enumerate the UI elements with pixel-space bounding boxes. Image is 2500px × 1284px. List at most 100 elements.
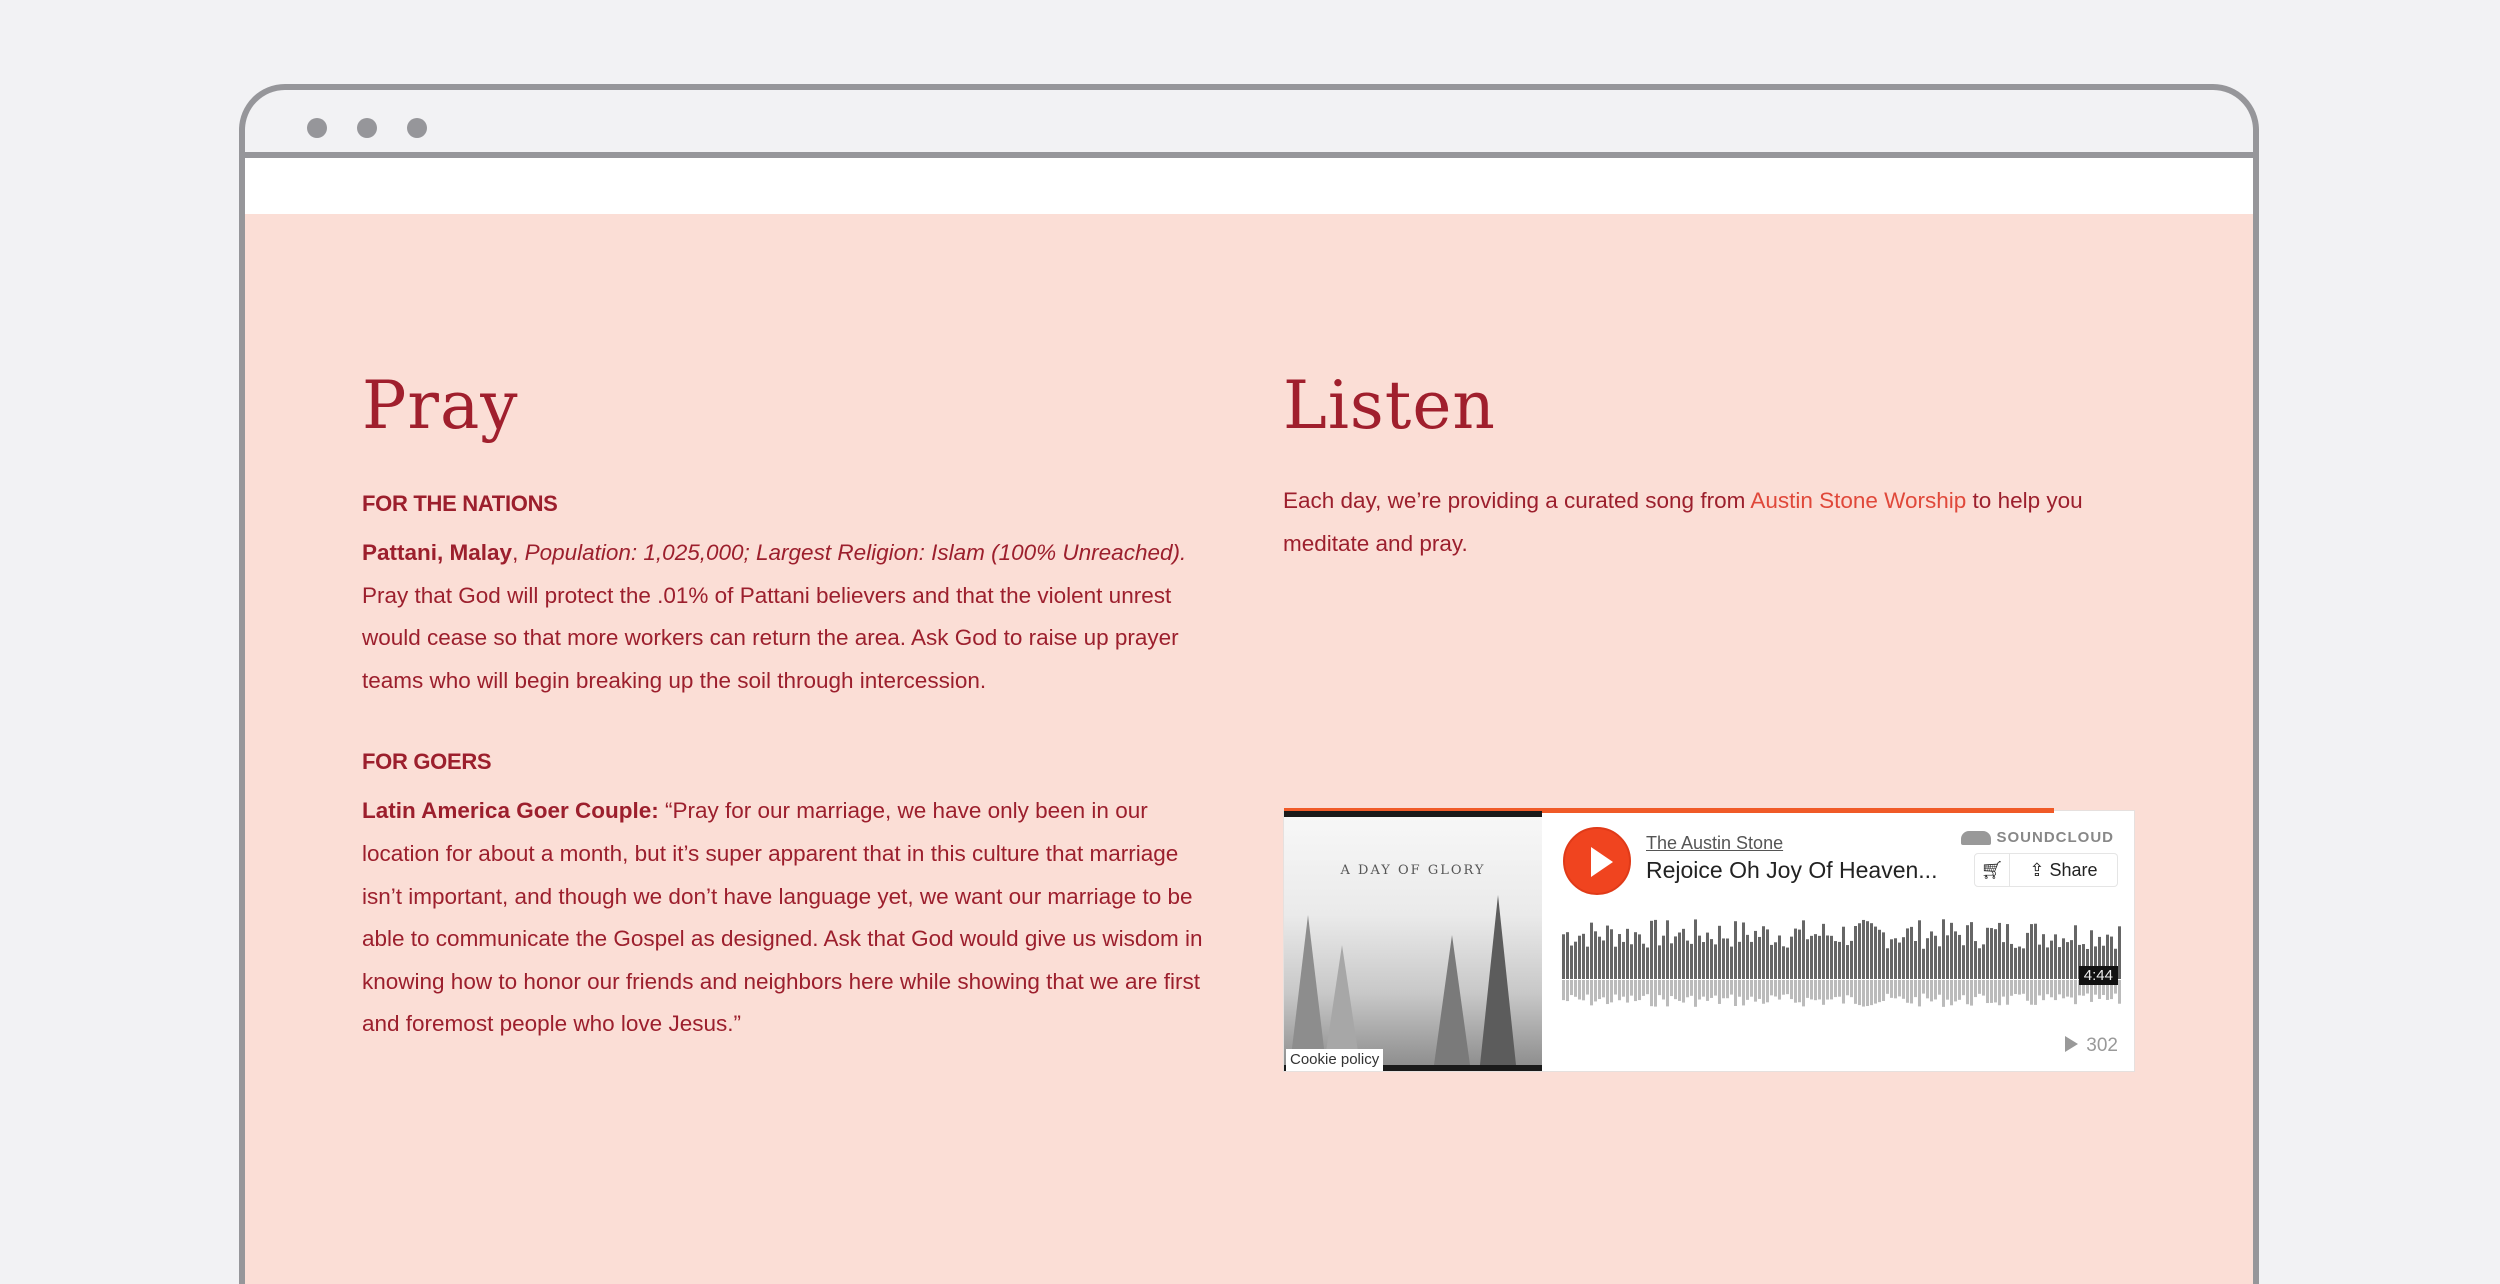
window-minimize-dot[interactable]: [357, 118, 377, 138]
waveform-reflection: [1574, 980, 1577, 997]
waveform-reflection: [1618, 980, 1621, 1001]
waveform-bar: [1566, 932, 1569, 979]
waveform-bar: [1810, 935, 1813, 979]
soundcloud-logo[interactable]: SOUNDCLOUD: [1960, 829, 2115, 846]
pray-section: Pray FOR THE NATIONS Pattani, Malay, Pop…: [362, 364, 1222, 1046]
waveform-reflection: [1854, 980, 1857, 1004]
tree-shape: [1480, 895, 1516, 1065]
waveform-bar: [1762, 926, 1765, 979]
cookie-policy-link[interactable]: Cookie policy: [1286, 1049, 1384, 1071]
window-maximize-dot[interactable]: [407, 118, 427, 138]
waveform-reflection: [1990, 980, 1993, 1003]
waveform-bar: [1950, 922, 1953, 979]
soundcloud-player: A DAY OF GLORY Cookie policy The Austin …: [1283, 808, 2135, 1072]
waveform-bar: [1934, 935, 1937, 979]
track-title[interactable]: Rejoice Oh Joy Of Heaven...: [1646, 857, 1937, 884]
waveform-reflection: [1834, 980, 1837, 998]
waveform-reflection: [1662, 980, 1665, 1000]
tree-shape: [1290, 915, 1326, 1065]
waveform-bar: [1922, 948, 1925, 979]
waveform-reflection: [2010, 980, 2013, 996]
waveform-bar: [1910, 926, 1913, 979]
waveform-reflection: [1866, 980, 1869, 1007]
waveform-bar: [1562, 934, 1565, 979]
waveform-reflection: [1850, 980, 1853, 998]
album-artwork[interactable]: A DAY OF GLORY Cookie policy: [1284, 811, 1542, 1071]
waveform-reflection: [1590, 980, 1593, 1006]
waveform-bar: [2006, 924, 2009, 979]
waveform-reflection: [1874, 980, 1877, 1004]
waveform-reflection: [1966, 980, 1969, 1005]
waveform-reflection: [1766, 980, 1769, 1003]
waveform-reflection: [1930, 980, 1933, 1002]
play-button[interactable]: [1563, 827, 1631, 895]
waveform-reflection: [1718, 980, 1721, 1004]
waveform-reflection: [2038, 980, 2041, 996]
waveform-reflection: [1786, 980, 1789, 995]
waveform-bar: [2014, 947, 2017, 979]
waveform-reflection: [2050, 980, 2053, 998]
play-count-value: 302: [2086, 1035, 2118, 1056]
waveform-bar: [2058, 947, 2061, 979]
waveform-reflection: [1658, 980, 1661, 996]
waveform-bar: [1618, 934, 1621, 979]
soundcloud-brand: SOUNDCLOUD: [1996, 829, 2114, 846]
waveform-bar: [1590, 922, 1593, 979]
waveform-bar: [1710, 939, 1713, 979]
waveform-reflection: [1726, 980, 1729, 999]
waveform-bar: [2066, 942, 2069, 979]
waveform-reflection: [1810, 980, 1813, 1000]
waveform-bar: [1570, 945, 1573, 979]
waveform-reflection: [2034, 980, 2037, 1005]
waveform-reflection: [2046, 980, 2049, 995]
waveform-bar: [1682, 928, 1685, 979]
waveform-bar: [1866, 921, 1869, 979]
waveform-reflection: [1594, 980, 1597, 1002]
artwork-title: A DAY OF GLORY: [1340, 863, 1486, 878]
waveform-bar: [1646, 947, 1649, 979]
soundcloud-cloud-icon: [1960, 831, 1991, 846]
waveform-reflection: [1806, 980, 1809, 998]
waveform-reflection: [2066, 980, 2069, 997]
waveform-bar: [1814, 934, 1817, 979]
waveform-reflection: [1838, 980, 1841, 997]
waveform-bar: [2018, 946, 2021, 979]
waveform-reflection: [2062, 980, 2065, 999]
waveform-reflection: [1598, 980, 1601, 1000]
waveform-bar: [1698, 935, 1701, 979]
window-close-dot[interactable]: [307, 118, 327, 138]
waveform[interactable]: [1562, 919, 2122, 1019]
waveform-reflection: [1958, 980, 1961, 1000]
waveform-bar: [1626, 928, 1629, 979]
waveform-reflection: [1566, 980, 1569, 1002]
browser-title-bar: [245, 90, 2253, 158]
buy-button[interactable]: 🛒︎: [1974, 853, 2010, 887]
waveform-bar: [1586, 946, 1589, 979]
waveform-reflection: [1722, 980, 1725, 999]
waveform-bar: [1906, 928, 1909, 979]
nations-paragraph: Pattani, Malay, Population: 1,025,000; L…: [362, 532, 1222, 702]
waveform-bar: [1926, 938, 1929, 979]
share-button[interactable]: ⇪ Share: [2010, 853, 2118, 887]
waveform-bar: [1854, 926, 1857, 979]
austin-stone-worship-link[interactable]: Austin Stone Worship: [1750, 488, 1966, 513]
waveform-reflection: [1774, 980, 1777, 997]
waveform-reflection: [1950, 980, 1953, 1006]
intro-text-before: Each day, we’re providing a curated song…: [1283, 488, 1751, 513]
waveform-reflection: [1614, 980, 1617, 995]
artist-link[interactable]: The Austin Stone: [1646, 833, 1783, 854]
waveform-bar: [1790, 936, 1793, 979]
waveform-reflection: [1910, 980, 1913, 1004]
waveform-bar: [1602, 940, 1605, 979]
nations-comma: ,: [512, 540, 525, 565]
waveform-reflection: [1562, 980, 1565, 1001]
waveform-reflection: [1570, 980, 1573, 996]
waveform-reflection: [2042, 980, 2045, 1001]
waveform-bar: [1778, 935, 1781, 979]
waveform-bar: [1958, 934, 1961, 979]
waveform-bar: [1614, 946, 1617, 979]
waveform-bar: [1622, 941, 1625, 979]
waveform-bar: [1970, 922, 1973, 979]
waveform-bar: [1718, 925, 1721, 979]
waveform-reflection: [1782, 980, 1785, 995]
